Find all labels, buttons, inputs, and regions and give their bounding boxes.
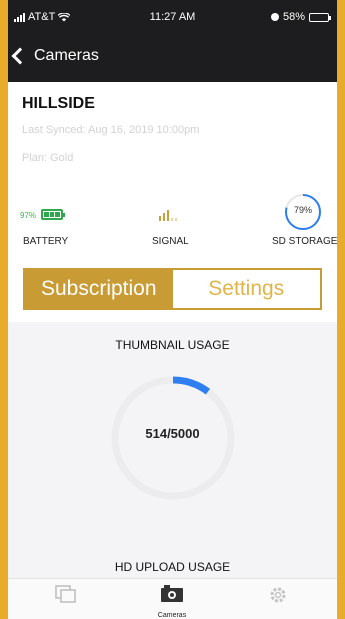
battery-percent: 58% [282, 11, 305, 23]
phone-screen: AT&T 11:27 AM 58% Cameras HILLSIDE Last … [8, 0, 337, 619]
tab-subscription[interactable]: Subscription [25, 270, 173, 308]
segmented-control: Subscription Settings [23, 268, 322, 310]
gallery-icon [55, 585, 76, 603]
camera-icon [161, 585, 183, 602]
status-bar: AT&T 11:27 AM 58% [8, 0, 337, 34]
back-button[interactable]: Cameras [8, 42, 99, 70]
plan-label: Plan: Gold [22, 152, 74, 164]
battery-icon [309, 12, 331, 22]
tab-settings[interactable]: Settings [172, 270, 320, 308]
status-battery: 58% [270, 11, 331, 23]
tab-bar: Cameras [8, 578, 337, 619]
tab-cameras-label: Cameras [157, 612, 187, 619]
thumbnail-usage-value: 514/5000 [145, 426, 200, 441]
signal-stat-label: SIGNAL [152, 236, 189, 247]
usage-panel: THUMBNAIL USAGE 514/5000 HD UPLOAD USAGE [8, 322, 337, 592]
hd-upload-usage-title: HD UPLOAD USAGE [114, 560, 231, 574]
top-bar: AT&T 11:27 AM 58% Cameras [8, 0, 337, 82]
tab-cameras[interactable]: Cameras [142, 585, 202, 619]
signal-strength-icon [159, 207, 177, 221]
last-synced: Last Synced: Aug 16, 2019 10:00pm [22, 124, 200, 136]
sd-storage-value: 79% [293, 205, 312, 215]
thumbnail-usage-title: THUMBNAIL USAGE [115, 338, 230, 352]
gear-icon [270, 587, 286, 603]
battery-stat-value: 97% [20, 211, 37, 220]
battery-stat-label: BATTERY [23, 236, 69, 247]
sd-storage-label: SD STORAGE [272, 236, 337, 247]
tab-gallery[interactable] [36, 585, 96, 608]
tab-settings-gear[interactable] [248, 585, 308, 610]
chevron-left-icon [11, 47, 29, 65]
camera-name: HILLSIDE [22, 95, 95, 112]
stats-row: 97% BATTERY SIGNAL 79% SD STORAGE [8, 190, 337, 256]
battery-level-icon [41, 209, 65, 220]
back-label: Cameras [34, 47, 99, 64]
alarm-icon [270, 13, 279, 21]
